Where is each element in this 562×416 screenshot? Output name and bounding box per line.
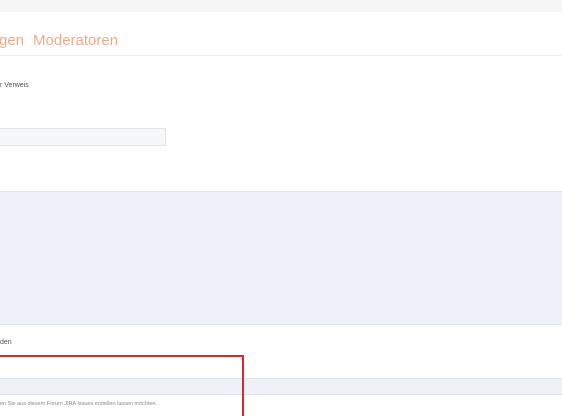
field-label-verweis: r Verweis — [0, 82, 29, 89]
top-bar — [0, 0, 562, 12]
verweis-input[interactable] — [0, 128, 166, 146]
jira-field-input[interactable] — [0, 378, 562, 395]
settings-page: gen Moderatoren r Verweis den en Sie aus… — [0, 0, 562, 416]
description-textarea[interactable] — [0, 191, 562, 325]
field-label-bottom: den — [0, 339, 12, 346]
tab-bar: gen Moderatoren — [0, 28, 118, 54]
tab-moderatoren[interactable]: Moderatoren — [33, 28, 118, 54]
tab-divider — [0, 55, 562, 56]
field-hint: en Sie aus diesem Forum JIRA Issues erst… — [0, 401, 158, 407]
tab-partial[interactable]: gen — [0, 28, 24, 54]
